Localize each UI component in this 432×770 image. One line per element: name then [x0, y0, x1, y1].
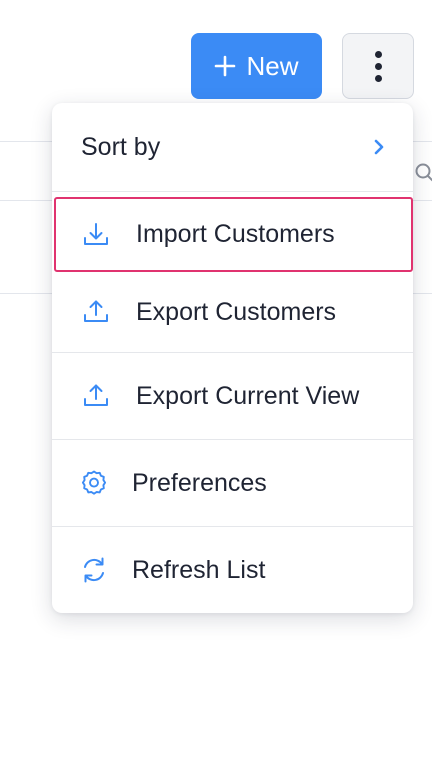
menu-item-label: Export Customers [136, 297, 337, 326]
menu-item-export-customers[interactable]: Export Customers [52, 272, 413, 352]
new-button-label: New [246, 50, 299, 81]
import-customers-highlight [54, 197, 413, 272]
menu-item-refresh-list[interactable]: Refresh List [52, 527, 413, 613]
upload-icon [80, 296, 112, 328]
menu-item-label: Preferences [132, 468, 267, 497]
menu-item-label: Export Current View [136, 381, 360, 410]
menu-item-label: Refresh List [132, 555, 266, 584]
menu-divider [52, 191, 413, 192]
menu-item-sort-by[interactable]: Sort by [52, 103, 413, 191]
menu-item-label: Sort by [81, 132, 161, 161]
plus-icon [214, 55, 236, 77]
chevron-right-icon [371, 131, 387, 163]
refresh-icon [78, 554, 110, 586]
new-button[interactable]: New [191, 33, 322, 99]
options-dropdown-menu: Sort by Import Customers Export Customer… [52, 103, 413, 613]
more-options-button[interactable] [342, 33, 414, 99]
search-icon[interactable] [414, 162, 432, 182]
page: New Sort by Import Customers Export Cust… [0, 0, 432, 770]
upload-icon [80, 380, 112, 412]
vertical-dots-icon [374, 50, 382, 82]
menu-item-preferences[interactable]: Preferences [52, 440, 413, 526]
menu-item-export-current-view[interactable]: Export Current View [52, 353, 413, 439]
gear-icon [78, 467, 110, 499]
